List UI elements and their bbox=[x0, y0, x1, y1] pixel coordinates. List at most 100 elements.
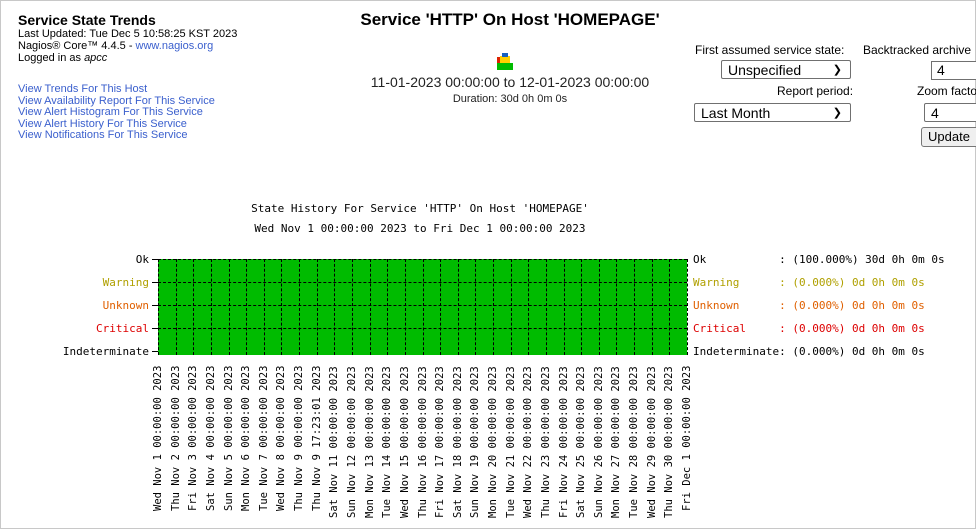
x-tick-text: Sun Nov 26 00:00:00 2023 bbox=[593, 366, 605, 518]
first-state-label: First assumed service state: bbox=[695, 43, 845, 57]
update-button[interactable]: Update bbox=[921, 127, 976, 147]
x-tick-text: Mon Nov 27 00:00:00 2023 bbox=[610, 366, 622, 518]
grid-vline bbox=[669, 259, 670, 355]
x-tick-label: Sun Nov 12 00:00:00 2023 bbox=[346, 366, 358, 526]
x-tick-label: Fri Nov 17 00:00:00 2023 bbox=[434, 366, 446, 526]
x-tick-text: Wed Nov 15 00:00:00 2023 bbox=[399, 366, 411, 518]
y-label-warning: Warning bbox=[102, 276, 149, 289]
x-tick-label: Sun Nov 26 00:00:00 2023 bbox=[593, 366, 605, 526]
x-tick-text: Sat Nov 18 00:00:00 2023 bbox=[452, 366, 464, 518]
x-tick-text: Wed Nov 22 00:00:00 2023 bbox=[522, 366, 534, 518]
core-version-text: Nagios® Core™ 4.4.5 - bbox=[18, 40, 136, 52]
report-period-label: Report period: bbox=[777, 84, 854, 98]
x-tick-text: Fri Dec 1 00:00:00 2023 bbox=[681, 366, 693, 512]
state-history-plot bbox=[158, 259, 688, 355]
grid-vline bbox=[652, 259, 653, 355]
x-tick-label: Tue Nov 28 00:00:00 2023 bbox=[628, 366, 640, 526]
report-period-select[interactable]: Last Month ❯ bbox=[694, 103, 851, 122]
report-range: 11-01-2023 00:00:00 to 12-01-2023 00:00:… bbox=[370, 74, 650, 90]
grid-vline bbox=[423, 259, 424, 355]
x-tick-label: Wed Nov 22 00:00:00 2023 bbox=[522, 366, 534, 526]
grid-vline bbox=[528, 259, 529, 355]
chevron-down-icon: ❯ bbox=[832, 107, 842, 119]
x-tick-text: Sun Nov 12 00:00:00 2023 bbox=[346, 366, 358, 518]
x-tick-text: Fri Nov 3 00:00:00 2023 bbox=[187, 366, 199, 512]
link-notifications[interactable]: View Notifications For This Service bbox=[18, 129, 215, 142]
link-alert-histogram[interactable]: View Alert Histogram For This Service bbox=[18, 106, 215, 119]
x-tick-label: Wed Nov 8 00:00:00 2023 bbox=[275, 366, 287, 526]
x-tick-label: Thu Nov 30 00:00:00 2023 bbox=[663, 366, 675, 526]
username: apcc bbox=[84, 52, 108, 64]
x-tick-text: Thu Nov 9 00:00:00 2023 bbox=[293, 366, 305, 512]
x-tick-label: Wed Nov 15 00:00:00 2023 bbox=[399, 366, 411, 526]
grid-vline bbox=[440, 259, 441, 355]
nagios-link[interactable]: www.nagios.org bbox=[136, 40, 214, 52]
x-tick-text: Thu Nov 16 00:00:00 2023 bbox=[417, 366, 429, 518]
report-period-value: Last Month bbox=[701, 105, 771, 121]
related-links: View Trends For This Host View Availabil… bbox=[18, 83, 215, 142]
grid-vline bbox=[246, 259, 247, 355]
legend-ok: Ok : (100.000%) 30d 0h 0m 0s bbox=[693, 253, 945, 266]
grid-vline bbox=[299, 259, 300, 355]
x-tick-label: Tue Nov 21 00:00:00 2023 bbox=[505, 366, 517, 526]
grid-vline bbox=[193, 259, 194, 355]
legend-unknown: Unknown : (0.000%) 0d 0h 0m 0s bbox=[693, 299, 925, 312]
y-label-indeterminate: Indeterminate bbox=[62, 345, 149, 358]
grid-vline bbox=[616, 259, 617, 355]
chart-title: State History For Service 'HTTP' On Host… bbox=[251, 202, 589, 215]
x-tick-text: Thu Nov 30 00:00:00 2023 bbox=[663, 366, 675, 518]
grid-vline bbox=[229, 259, 230, 355]
x-tick-label: Sat Nov 4 00:00:00 2023 bbox=[205, 366, 217, 526]
grid-vline bbox=[546, 259, 547, 355]
chevron-down-icon: ❯ bbox=[832, 64, 842, 76]
grid-vline bbox=[634, 259, 635, 355]
x-tick-label: Fri Nov 3 00:00:00 2023 bbox=[187, 366, 199, 526]
link-host-trends[interactable]: View Trends For This Host bbox=[18, 83, 215, 96]
grid-vline bbox=[281, 259, 282, 355]
grid-vline bbox=[687, 259, 688, 355]
y-label-ok: Ok bbox=[135, 253, 149, 266]
zoom-select[interactable]: 4 ❯ bbox=[924, 103, 976, 122]
legend-critical: Critical : (0.000%) 0d 0h 0m 0s bbox=[693, 322, 925, 335]
x-tick-label: Mon Nov 27 00:00:00 2023 bbox=[610, 366, 622, 526]
x-tick-text: Sat Nov 11 00:00:00 2023 bbox=[328, 366, 340, 518]
x-tick-label: Sat Nov 11 00:00:00 2023 bbox=[328, 366, 340, 526]
x-tick-label: Mon Nov 13 00:00:00 2023 bbox=[364, 366, 376, 526]
x-tick-label: Sun Nov 19 00:00:00 2023 bbox=[469, 366, 481, 526]
grid-vline bbox=[581, 259, 582, 355]
grid-vline bbox=[158, 259, 159, 355]
grid-vline bbox=[317, 259, 318, 355]
service-header: Service 'HTTP' On Host 'HOMEPAGE' bbox=[330, 10, 690, 30]
chart-subtitle: Wed Nov 1 00:00:00 2023 to Fri Dec 1 00:… bbox=[254, 222, 586, 235]
x-tick-text: Fri Nov 17 00:00:00 2023 bbox=[434, 366, 446, 518]
x-tick-label: Sat Nov 18 00:00:00 2023 bbox=[452, 366, 464, 526]
grid-vline bbox=[458, 259, 459, 355]
logged-in: Logged in as apcc bbox=[18, 52, 237, 64]
x-tick-text: Wed Nov 8 00:00:00 2023 bbox=[275, 366, 287, 512]
x-tick-label: Sun Nov 5 00:00:00 2023 bbox=[223, 366, 235, 526]
backtracked-input[interactable]: 4 bbox=[931, 61, 976, 80]
grid-vline bbox=[352, 259, 353, 355]
first-state-select[interactable]: Unspecified ❯ bbox=[721, 60, 851, 79]
y-label-critical: Critical bbox=[96, 322, 149, 335]
x-tick-text: Wed Nov 29 00:00:00 2023 bbox=[646, 366, 658, 518]
x-tick-label: Tue Nov 14 00:00:00 2023 bbox=[381, 366, 393, 526]
report-duration: Duration: 30d 0h 0m 0s bbox=[452, 93, 568, 105]
x-tick-text: Mon Nov 20 00:00:00 2023 bbox=[487, 366, 499, 518]
grid-vline bbox=[387, 259, 388, 355]
legend-indeterminate: Indeterminate: (0.000%) 0d 0h 0m 0s bbox=[693, 345, 925, 358]
grid-hline bbox=[158, 259, 687, 260]
x-tick-text: Sat Nov 4 00:00:00 2023 bbox=[205, 366, 217, 512]
zoom-value: 4 bbox=[931, 105, 939, 121]
x-tick-text: Wed Nov 1 00:00:00 2023 bbox=[152, 366, 164, 512]
x-tick-text: Thu Nov 23 00:00:00 2023 bbox=[540, 366, 552, 518]
x-tick-label: Wed Nov 1 00:00:00 2023 bbox=[152, 366, 164, 526]
x-tick-text: Tue Nov 14 00:00:00 2023 bbox=[381, 366, 393, 518]
last-updated: Last Updated: Tue Dec 5 10:58:25 KST 202… bbox=[18, 28, 238, 40]
grid-vline bbox=[475, 259, 476, 355]
grid-vline bbox=[405, 259, 406, 355]
x-tick-text: Sun Nov 5 00:00:00 2023 bbox=[223, 366, 235, 512]
grid-vline bbox=[176, 259, 177, 355]
grid-vline bbox=[370, 259, 371, 355]
x-tick-label: Fri Dec 1 00:00:00 2023 bbox=[681, 366, 693, 526]
